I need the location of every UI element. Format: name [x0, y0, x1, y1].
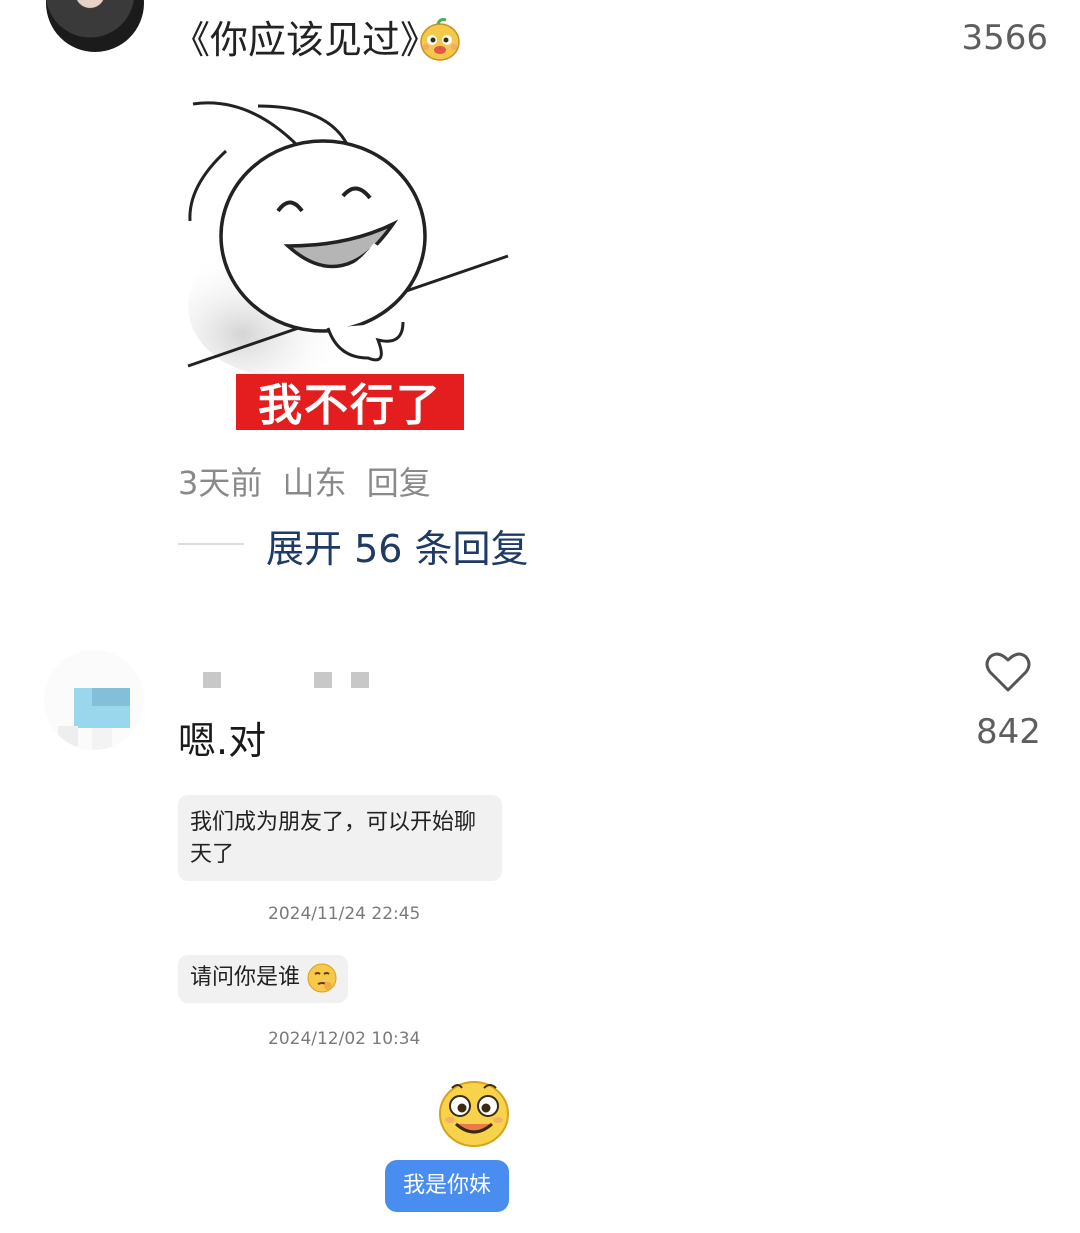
username-blurred: [314, 672, 332, 688]
heart-outline-icon[interactable]: [996, 0, 1022, 4]
smiling-face-emoji-icon: [439, 1081, 509, 1147]
reply-button[interactable]: 回复: [367, 464, 431, 502]
username-blurred: [351, 672, 369, 688]
username-blurred: [203, 672, 221, 688]
chat-timestamp: 2024/12/02 10:34: [268, 1029, 421, 1049]
commenter-avatar-blurred[interactable]: [44, 650, 144, 750]
comment-location: 山东: [282, 464, 347, 502]
chat-message-received: 我们成为朋友了，可以开始聊天了: [178, 795, 502, 881]
divider: [178, 543, 244, 545]
like-count: 3566: [961, 18, 1048, 58]
like-count: 842: [976, 712, 1041, 752]
heart-outline-icon[interactable]: [984, 650, 1032, 694]
expand-replies-button[interactable]: 展开 56 条回复: [266, 518, 529, 573]
gourd-face-emoji-icon: [420, 18, 460, 61]
comment-time: 3天前: [178, 464, 263, 502]
comment-text: 嗯.对: [178, 719, 267, 763]
thinking-face-emoji-icon: [307, 963, 337, 993]
comment-meta: 3天前 山东 回复: [178, 458, 441, 504]
chat-timestamp: 2024/11/24 22:45: [268, 904, 421, 924]
chat-message-text: 请问你是谁: [190, 965, 301, 990]
meme-caption: 我不行了: [236, 374, 464, 430]
commenter-avatar[interactable]: [46, 0, 144, 52]
comment-text: 《你应该见过》: [172, 18, 439, 62]
chat-message-sent: 我是你妹: [385, 1160, 509, 1212]
